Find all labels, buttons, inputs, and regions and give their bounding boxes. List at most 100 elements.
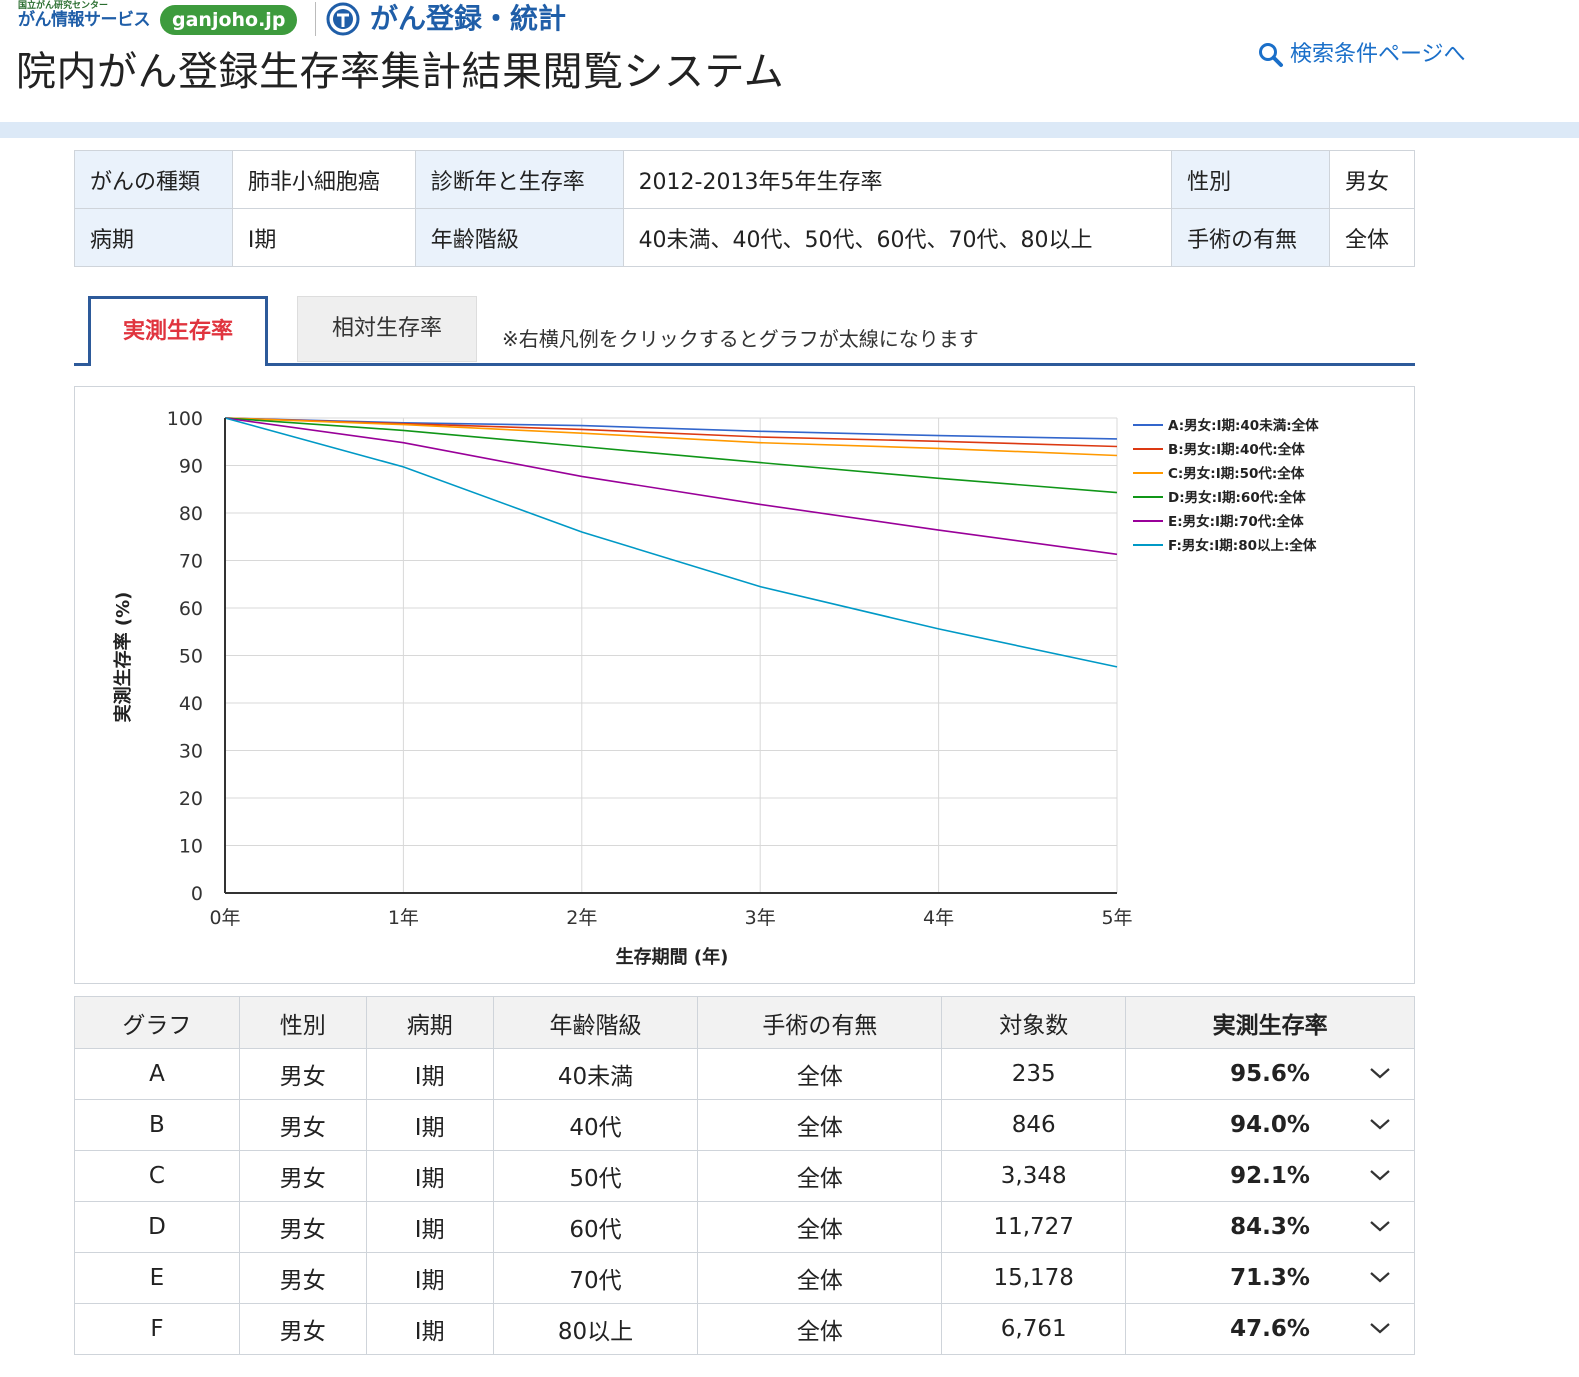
legend-item[interactable]: F:男女:Ⅰ期:80以上:全体: [1168, 537, 1317, 554]
conditions-table: がんの種類 肺非小細胞癌 診断年と生存率 2012-2013年5年生存率 性別 …: [74, 150, 1416, 267]
chart-legend[interactable]: A:男女:Ⅰ期:40未満:全体 B:男女:Ⅰ期:40代:全体 C:男女:Ⅰ期:50代…: [1133, 417, 1319, 554]
col-header-count: 対象数: [941, 996, 1127, 1049]
survival-value: 47.6%: [1230, 1316, 1310, 1342]
condition-label: 年齢階級: [414, 208, 624, 267]
x-tick-label: 4年: [923, 907, 954, 929]
cell-count: 3,348: [941, 1150, 1127, 1202]
cell-count: 11,727: [941, 1201, 1127, 1253]
table-row[interactable]: C 男女 Ⅰ期 50代 全体 3,348 92.1%: [74, 1150, 1415, 1202]
chart-grid: [224, 417, 1118, 894]
cell-count: 235: [941, 1048, 1127, 1100]
table-row[interactable]: A 男女 Ⅰ期 40未満 全体 235 95.6%: [74, 1048, 1415, 1100]
y-tick-label: 70: [179, 551, 203, 573]
cell-graph: B: [74, 1099, 240, 1151]
condition-value: 肺非小細胞癌: [231, 150, 416, 209]
y-tick-label: 50: [179, 646, 203, 668]
survival-value: 84.3%: [1230, 1214, 1310, 1240]
tab-relative-survival[interactable]: 相対生存率: [297, 296, 477, 362]
chart-lines: [224, 417, 1118, 668]
cell-age: 60代: [492, 1201, 699, 1253]
x-axis-label: 生存期間 (年): [616, 946, 729, 968]
cancer-registry-title[interactable]: がん登録・統計: [370, 0, 566, 38]
condition-label: 病期: [74, 208, 233, 267]
condition-label: 診断年と生存率: [414, 150, 624, 209]
table-row[interactable]: E 男女 Ⅰ期 70代 全体 15,178 71.3%: [74, 1252, 1415, 1304]
table-row[interactable]: B 男女 Ⅰ期 40代 全体 846 94.0%: [74, 1099, 1415, 1151]
cell-surgery: 全体: [697, 1099, 943, 1151]
survival-chart: 100 90 80 70 60 50 40 30 20 10 0 0年 1年 2年 3年 4年 5年 A:男女:…: [74, 386, 1415, 984]
cell-sex: 男女: [238, 1099, 367, 1151]
cell-sex: 男女: [238, 1303, 367, 1355]
page-title: 院内がん登録生存率集計結果閲覧システム: [16, 49, 785, 95]
cell-stage: Ⅰ期: [365, 1303, 494, 1355]
cell-stage: Ⅰ期: [365, 1252, 494, 1304]
chevron-down-icon[interactable]: [1368, 1317, 1392, 1339]
results-table: グラフ 性別 病期 年齢階級 手術の有無 対象数 実測生存率 A 男女 Ⅰ期 40未満…: [74, 996, 1415, 1355]
search-conditions-link[interactable]: 検索条件ページへ: [1258, 40, 1466, 70]
cell-age: 50代: [492, 1150, 699, 1202]
legend-item[interactable]: B:男女:Ⅰ期:40代:全体: [1168, 441, 1305, 458]
col-header-sex: 性別: [238, 996, 367, 1049]
cell-survival: 71.3%: [1125, 1252, 1415, 1304]
condition-label: 手術の有無: [1171, 208, 1330, 267]
cell-surgery: 全体: [697, 1252, 943, 1304]
cell-stage: Ⅰ期: [365, 1048, 494, 1100]
table-row[interactable]: D 男女 Ⅰ期 60代 全体 11,727 84.3%: [74, 1201, 1415, 1253]
ganjoho-logo[interactable]: 国立がん研究センター がん情報サービス: [18, 2, 168, 29]
chart-axes: 10090807060504030201000年 1年 2年 3年 4年 5年: [167, 408, 1133, 929]
cell-count: 6,761: [941, 1303, 1127, 1355]
conditions-row: がんの種類 肺非小細胞癌 診断年と生存率 2012-2013年5年生存率 性別 …: [74, 150, 1416, 209]
legend-item[interactable]: C:男女:Ⅰ期:50代:全体: [1168, 465, 1305, 482]
legend-hint-note: ※右横凡例をクリックするとグラフが太線になります: [502, 327, 979, 351]
y-axis-label: 実測生存率 (%): [112, 592, 134, 723]
registry-emblem-icon: [326, 2, 360, 36]
cell-graph: F: [74, 1303, 240, 1355]
legend-item[interactable]: D:男女:Ⅰ期:60代:全体: [1168, 489, 1306, 506]
cell-sex: 男女: [238, 1048, 367, 1100]
search-icon: [1259, 43, 1283, 67]
chevron-down-icon[interactable]: [1368, 1164, 1392, 1186]
y-tick-label: 0: [191, 883, 203, 905]
ganjoho-pill-logo[interactable]: ganjoho.jp: [160, 5, 298, 35]
legend-item[interactable]: A:男女:Ⅰ期:40未満:全体: [1168, 417, 1319, 434]
logo-divider: [315, 2, 316, 36]
y-tick-label: 80: [179, 503, 203, 525]
cell-sex: 男女: [238, 1150, 367, 1202]
cell-survival: 47.6%: [1125, 1303, 1415, 1355]
chevron-down-icon[interactable]: [1368, 1062, 1392, 1084]
x-tick-label: 3年: [745, 907, 776, 929]
condition-value: 全体: [1328, 208, 1416, 267]
survival-value: 94.0%: [1230, 1112, 1310, 1138]
cell-surgery: 全体: [697, 1303, 943, 1355]
cell-sex: 男女: [238, 1201, 367, 1253]
chevron-down-icon[interactable]: [1368, 1266, 1392, 1288]
survival-value: 95.6%: [1230, 1061, 1310, 1087]
conditions-row: 病期 Ⅰ期 年齢階級 40未満、40代、50代、60代、70代、80以上 手術の…: [74, 208, 1416, 267]
table-row[interactable]: F 男女 Ⅰ期 80以上 全体 6,761 47.6%: [74, 1303, 1415, 1355]
condition-value: 男女: [1328, 150, 1416, 209]
x-tick-label: 5年: [1101, 907, 1132, 929]
results-body: A 男女 Ⅰ期 40未満 全体 235 95.6% B 男女 Ⅰ期 40代 全体 846 94.0% C 男女…: [74, 1048, 1415, 1355]
chevron-down-icon[interactable]: [1368, 1215, 1392, 1237]
y-tick-label: 10: [179, 836, 203, 858]
cell-count: 15,178: [941, 1252, 1127, 1304]
chevron-down-icon[interactable]: [1368, 1113, 1392, 1135]
cell-surgery: 全体: [697, 1150, 943, 1202]
cell-age: 70代: [492, 1252, 699, 1304]
legend-item[interactable]: E:男女:Ⅰ期:70代:全体: [1168, 513, 1304, 530]
x-tick-label: 0年: [209, 907, 240, 929]
survival-value: 71.3%: [1230, 1265, 1310, 1291]
cell-stage: Ⅰ期: [365, 1150, 494, 1202]
tab-observed-survival[interactable]: 実測生存率: [88, 296, 268, 366]
condition-label: がんの種類: [74, 150, 233, 209]
y-tick-label: 30: [179, 741, 203, 763]
logo-service-name: がん情報サービス: [18, 10, 151, 30]
condition-value: 40未満、40代、50代、60代、70代、80以上: [622, 208, 1173, 267]
site-header: 国立がん研究センター がん情報サービス ganjoho.jp がん登録・統計 院…: [0, 0, 1579, 122]
cell-age: 40代: [492, 1099, 699, 1151]
cell-survival: 92.1%: [1125, 1150, 1415, 1202]
cell-count: 846: [941, 1099, 1127, 1151]
cell-graph: E: [74, 1252, 240, 1304]
y-tick-label: 40: [179, 693, 203, 715]
cell-survival: 94.0%: [1125, 1099, 1415, 1151]
